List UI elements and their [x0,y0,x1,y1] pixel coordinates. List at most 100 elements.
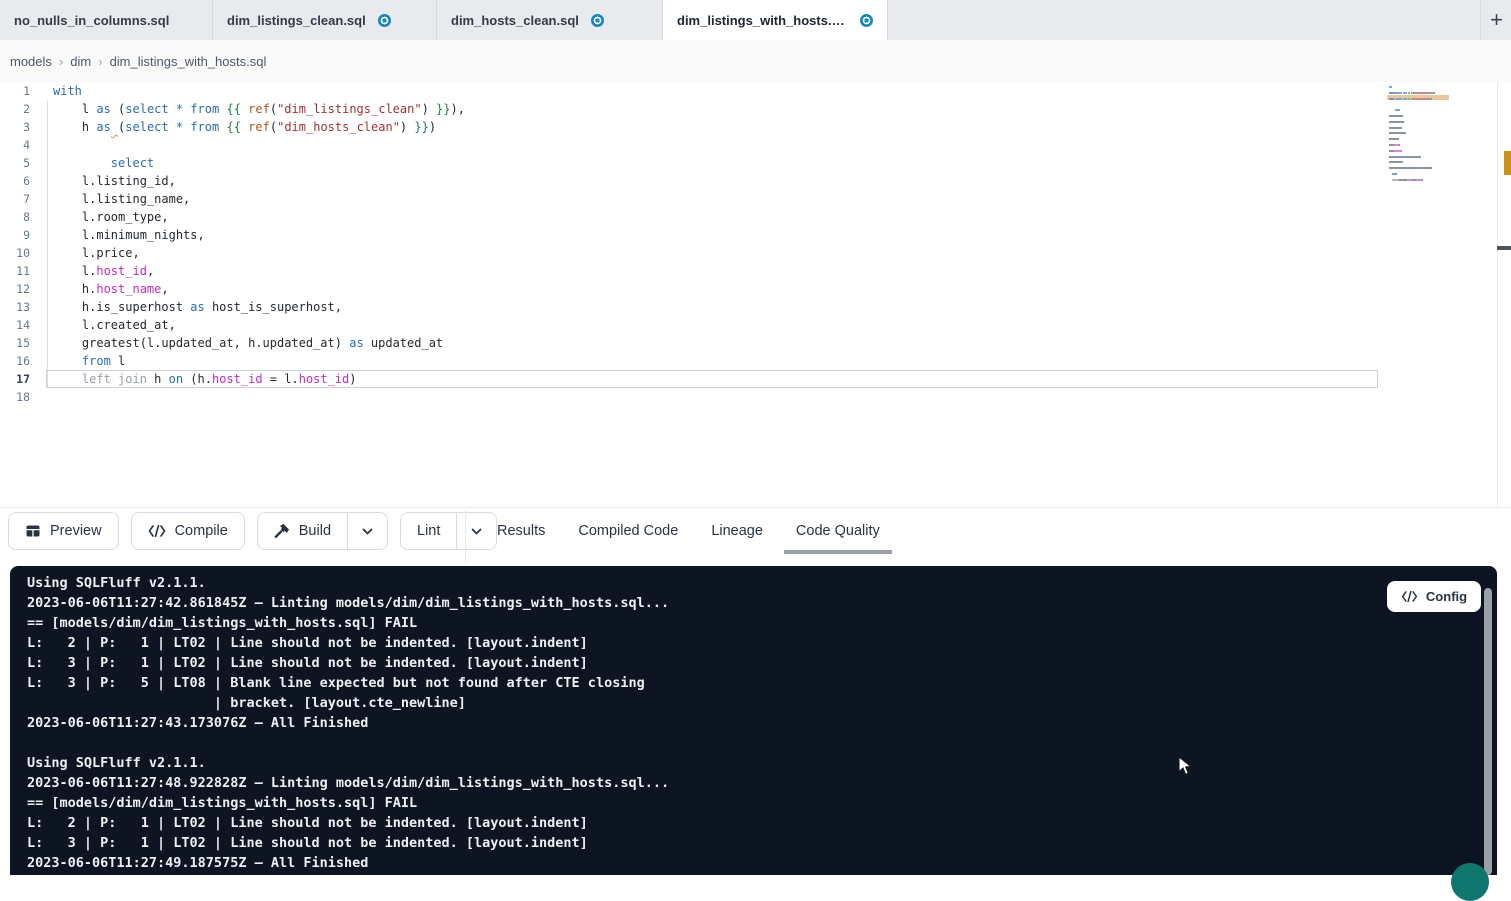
line-number: 7 [0,190,30,208]
help-bubble-button[interactable] [1451,863,1489,901]
line-number: 11 [0,262,30,280]
code-text: h.is_superhost as host_is_superhost, [53,298,342,316]
code-text: l.listing_id, [53,172,176,190]
line-number: 15 [0,334,30,352]
code-line-3[interactable]: 3 h as (select * from {{ ref("dim_hosts_… [0,118,1511,136]
code-line-17[interactable]: 17 left join h on (h.host_id = l.host_id… [0,370,1511,388]
code-text: select [53,154,154,172]
code-editor[interactable]: 1with2 l as (select * from {{ ref("dim_l… [0,82,1511,507]
lint-button-group: Lint [400,512,497,550]
code-line-10[interactable]: 10 l.price, [0,244,1511,262]
new-tab-button[interactable]: + [1482,0,1511,40]
code-line-7[interactable]: 7 l.listing_name, [0,190,1511,208]
breadcrumb-item-dim[interactable]: dim [70,54,91,69]
breadcrumb-item-models[interactable]: models [10,54,52,69]
hammer-icon [274,523,290,539]
code-line-9[interactable]: 9 l.minimum_nights, [0,226,1511,244]
code-line-11[interactable]: 11 l.host_id, [0,262,1511,280]
line-number: 16 [0,352,30,370]
tabbar-divider [1480,0,1481,40]
terminal-scrollbar[interactable] [1484,588,1492,875]
line-number: 2 [0,100,30,118]
code-icon [1401,591,1418,602]
code-line-18[interactable]: 18 [0,388,1511,406]
code-line-15[interactable]: 15 greatest(l.updated_at, h.updated_at) … [0,334,1511,352]
tab-lineage[interactable]: Lineage [711,523,763,539]
build-label: Build [299,523,331,539]
code-line-5[interactable]: 5 select [0,154,1511,172]
code-line-8[interactable]: 8 l.room_type, [0,208,1511,226]
line-number: 17 [0,370,30,388]
toolbar-buttons: Preview Compile Build Lint [8,512,497,550]
tab-dim-hosts-clean-sql[interactable]: dim_hosts_clean.sql [437,0,663,40]
build-button[interactable]: Build [258,513,347,549]
tab-label: no_nulls_in_columns.sql [14,13,169,28]
build-dropdown-button[interactable] [347,513,387,549]
code-text: l as (select * from {{ ref("dim_listings… [53,100,465,118]
line-number: 3 [0,118,30,136]
code-line-14[interactable]: 14 l.created_at, [0,316,1511,334]
code-text: with [53,82,82,100]
tab-compiled-code[interactable]: Compiled Code [578,523,678,539]
terminal-output-block-2: Using SQLFluff v2.1.1. 2023-06-06T11:27:… [27,753,1497,873]
line-number: 1 [0,82,30,100]
lint-button[interactable]: Lint [401,513,456,549]
line-number: 14 [0,316,30,334]
overview-ruler-warning-marker [1504,151,1511,175]
code-text: left join h on (h.host_id = l.host_id) [53,370,357,388]
compile-button[interactable]: Compile [132,513,244,549]
chevron-down-icon [361,525,374,538]
preview-button[interactable]: Preview [9,513,118,549]
line-number: 9 [0,226,30,244]
lint-squiggle [111,120,118,134]
line-number: 5 [0,154,30,172]
minimap[interactable] [1389,86,1447,194]
tab-no-nulls-in-columns-sql[interactable]: no_nulls_in_columns.sql [0,0,213,40]
line-number: 13 [0,298,30,316]
terminal-output: Using SQLFluff v2.1.1. 2023-06-06T11:27:… [10,566,1497,873]
config-label: Config [1426,589,1467,604]
lint-dropdown-button[interactable] [456,513,496,549]
lint-label: Lint [417,523,440,539]
code-text: greatest(l.updated_at, h.updated_at) as … [53,334,443,352]
chevron-down-icon [470,525,483,538]
breadcrumb-item-dim-listings-with-hosts-sql[interactable]: dim_listings_with_hosts.sql [110,54,267,69]
breadcrumb: models›dim›dim_listings_with_hosts.sql [10,54,266,69]
code-text: l.listing_name, [53,190,190,208]
code-icon [148,525,166,537]
result-tabs: Results Compiled Code Lineage Code Quality [497,512,880,550]
tab-label: dim_hosts_clean.sql [451,13,579,28]
line-number: 12 [0,280,30,298]
breadcrumb-separator-icon: › [59,54,63,69]
code-line-12[interactable]: 12 h.host_name, [0,280,1511,298]
tab-results[interactable]: Results [497,523,545,539]
preview-button-group: Preview [8,512,119,550]
tab-dim-listings-with-hosts-sql[interactable]: dim_listings_with_hosts.sql [663,0,888,40]
code-text: h.host_name, [53,280,169,298]
code-line-6[interactable]: 6 l.listing_id, [0,172,1511,190]
table-grid-icon [25,523,41,539]
line-number: 18 [0,388,30,406]
tab-dim-listings-clean-sql[interactable]: dim_listings_clean.sql [213,0,437,40]
overview-ruler-cursor-marker[interactable] [1497,246,1511,250]
code-line-16[interactable]: 16 from l [0,352,1511,370]
code-line-1[interactable]: 1 with [0,82,1511,100]
tab-code-quality[interactable]: Code Quality [796,523,880,539]
code-text: l.price, [53,244,140,262]
code-text: l.created_at, [53,316,176,334]
preview-label: Preview [50,523,102,539]
modified-dot-icon [378,14,391,27]
editor-lines: 1with2 l as (select * from {{ ref("dim_l… [0,82,1511,406]
code-line-2[interactable]: 2 l as (select * from {{ ref("dim_listin… [0,100,1511,118]
terminal-panel[interactable]: Using SQLFluff v2.1.1. 2023-06-06T11:27:… [10,566,1497,875]
modified-dot-icon [591,14,604,27]
tab-bar: no_nulls_in_columns.sql dim_listings_clea… [0,0,1511,40]
code-line-13[interactable]: 13 h.is_superhost as host_is_superhost, [0,298,1511,316]
code-text: from l [53,352,125,370]
line-number: 6 [0,172,30,190]
toolbar-divider [465,510,466,563]
code-line-4[interactable]: 4 [0,136,1511,154]
code-text: h as (select * from {{ ref("dim_hosts_cl… [53,118,436,136]
editor-right-border [1497,82,1498,507]
config-button[interactable]: Config [1387,581,1481,612]
